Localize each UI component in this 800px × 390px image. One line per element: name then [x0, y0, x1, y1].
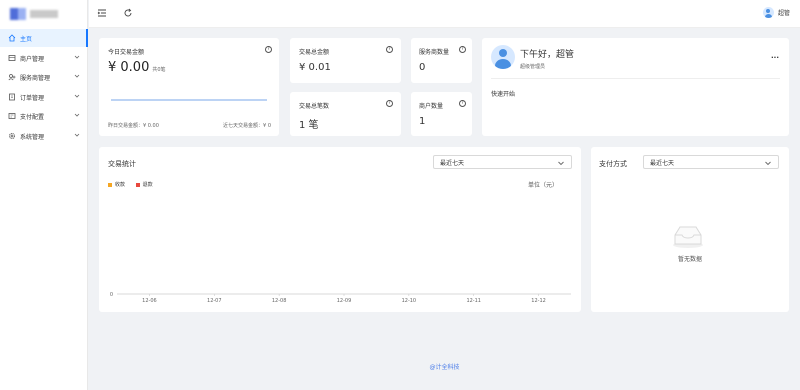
chevron-down-icon: [764, 159, 772, 169]
x-tick-label: 12-11: [466, 298, 481, 304]
trade-chart: 0 12-06 12-07 12-08 12-09 12-10 12-11 12-12: [110, 292, 571, 304]
menu-fold-icon[interactable]: [97, 8, 107, 20]
chevron-down-icon: [74, 54, 80, 62]
avatar: [491, 45, 515, 69]
quick-start-title: 快速开始: [491, 91, 516, 98]
x-tick-label: 12-09: [337, 298, 352, 304]
sidebar-item-payconfig[interactable]: 支付配置: [0, 107, 88, 125]
sidebar-item-order[interactable]: 订单管理: [0, 88, 88, 106]
divider: [491, 78, 780, 79]
stats-range-select[interactable]: 最近七天: [433, 155, 572, 169]
today-sparkline: [111, 99, 267, 101]
avatar: [762, 7, 774, 18]
legend-label: 退款: [142, 182, 153, 188]
chevron-down-icon: [74, 132, 80, 140]
chevron-down-icon: [74, 93, 80, 101]
pay-range-select[interactable]: 最近七天: [643, 155, 779, 169]
top-bar: 超管: [89, 0, 800, 28]
legend-item-income[interactable]: 收款: [108, 182, 125, 188]
card-title: 今日交易金额: [108, 49, 145, 56]
order-icon: [8, 93, 16, 101]
total-count-card: 交易总笔数 ? 1 笔: [290, 92, 401, 136]
select-value: 最近七天: [440, 159, 465, 167]
total-count-value: 1 笔: [299, 120, 319, 131]
unit-label: 单位（元）: [528, 182, 559, 189]
merchant-count-value: 1: [419, 116, 426, 127]
chart-legend: 收款 退款: [108, 181, 153, 188]
card-title: 交易总笔数: [299, 103, 330, 110]
legend-label: 收款: [115, 182, 126, 188]
role-label: 超级管理员: [520, 64, 546, 70]
merchant-count-card: 商户数量 ? 1: [411, 92, 472, 136]
provider-count-card: 服务商数量 ? 0: [411, 38, 472, 83]
footer-copyright[interactable]: @计全科技: [89, 362, 800, 371]
chevron-down-icon: [557, 159, 565, 169]
total-amount-value: ¥ 0.01: [299, 62, 331, 73]
user-name: 超管: [777, 10, 790, 17]
logo[interactable]: [0, 0, 87, 28]
total-amount-card: 交易总金额 ? ¥ 0.01: [290, 38, 401, 83]
empty-box-icon: [673, 226, 703, 248]
sidebar-item-label: 主页: [20, 35, 33, 43]
gear-icon: [8, 132, 16, 140]
merchant-icon: [8, 54, 16, 62]
sidebar: 主页 商户管理 服务商管理 订单管理 支付配置 系统管理: [0, 0, 88, 390]
sidebar-item-label: 系统管理: [20, 133, 45, 141]
sidebar-item-label: 商户管理: [20, 55, 45, 63]
sidebar-item-merchant[interactable]: 商户管理: [0, 49, 88, 67]
home-icon: [8, 34, 16, 42]
legend-swatch: [135, 182, 140, 187]
help-icon[interactable]: ?: [386, 46, 393, 53]
card-title: 交易统计: [108, 160, 136, 168]
help-icon[interactable]: ?: [265, 46, 272, 53]
help-icon[interactable]: ?: [459, 100, 466, 107]
sidebar-item-system[interactable]: 系统管理: [0, 127, 88, 145]
provider-icon: [8, 73, 16, 81]
chevron-down-icon: [74, 112, 80, 120]
last7-amount: 近七天交易金额：¥ 0: [223, 123, 271, 129]
sidebar-item-label: 支付配置: [20, 113, 45, 121]
refresh-icon[interactable]: [123, 8, 133, 20]
help-icon[interactable]: ?: [459, 46, 466, 53]
x-tick-label: 12-08: [272, 298, 287, 304]
logo-text: [30, 10, 58, 18]
sidebar-item-home[interactable]: 主页: [0, 29, 88, 47]
empty-text: 暂无数据: [677, 256, 702, 263]
welcome-card: 下午好，超管 超级管理员 ··· 快速开始: [482, 38, 789, 136]
card-title: 支付方式: [599, 160, 627, 168]
today-count: 共0笔: [152, 67, 166, 73]
x-tick-label: 12-06: [142, 298, 157, 304]
greeting: 下午好，超管: [520, 50, 575, 60]
legend-swatch: [108, 182, 112, 187]
y-tick-label: 0: [110, 292, 113, 298]
x-tick-label: 12-12: [531, 298, 546, 304]
yesterday-amount: 昨日交易金额：¥ 0.00: [108, 123, 159, 129]
help-icon[interactable]: ?: [386, 100, 393, 107]
x-tick-label: 12-07: [207, 298, 222, 304]
select-value: 最近七天: [650, 159, 675, 167]
user-menu[interactable]: 超管: [762, 7, 790, 18]
chevron-down-icon: [74, 73, 80, 81]
sidebar-item-label: 服务商管理: [20, 74, 51, 82]
settings-icon: [8, 112, 16, 120]
pay-method-card: 支付方式 最近七天 暂无数据: [591, 147, 789, 312]
provider-count-value: 0: [419, 62, 426, 73]
more-icon[interactable]: ···: [771, 54, 779, 62]
trade-stats-card: 交易统计 最近七天 收款 退款 单位（元） 0 12-06 12-07 12-08 12…: [99, 147, 581, 312]
card-title: 商户数量: [419, 103, 444, 110]
x-tick-label: 12-10: [402, 298, 417, 304]
legend-item-refund[interactable]: 退款: [135, 182, 153, 188]
sidebar-item-provider[interactable]: 服务商管理: [0, 68, 88, 86]
card-title: 服务商数量: [419, 49, 450, 56]
logo-mark: [10, 8, 26, 20]
card-title: 交易总金额: [299, 49, 330, 56]
sidebar-item-label: 订单管理: [20, 94, 45, 102]
today-amount: ¥ 0.00: [108, 60, 150, 75]
today-amount-card: 今日交易金额 ? ¥ 0.00 共0笔 昨日交易金额：¥ 0.00 近七天交易金…: [99, 38, 279, 136]
